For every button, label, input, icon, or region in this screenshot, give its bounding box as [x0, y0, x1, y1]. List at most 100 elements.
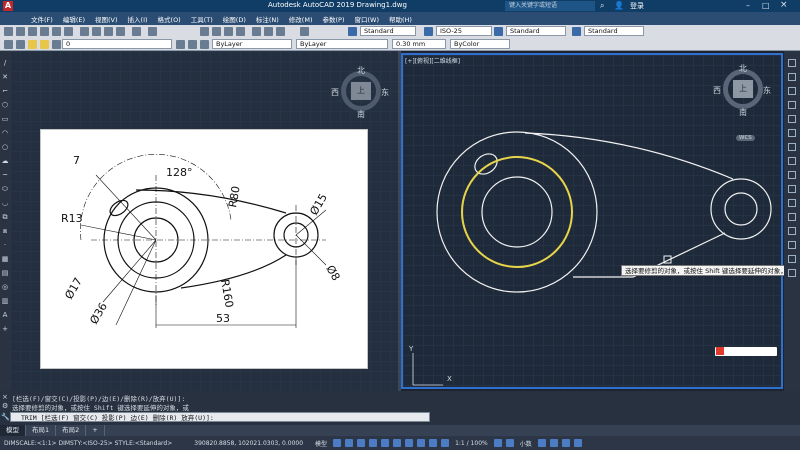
- ellipse-arc-icon[interactable]: ◡: [1, 199, 9, 207]
- pan-icon[interactable]: [200, 27, 209, 36]
- match-properties-icon[interactable]: [116, 27, 125, 36]
- viewcube-face[interactable]: 上: [739, 83, 747, 94]
- hatch-icon[interactable]: ▦: [1, 255, 9, 263]
- ellipse-icon[interactable]: ⬭: [1, 185, 9, 193]
- menu-edit[interactable]: 编辑(E): [58, 14, 90, 24]
- mtext-icon[interactable]: A: [1, 311, 9, 319]
- point-icon[interactable]: ·: [1, 241, 9, 249]
- coordinates-readout[interactable]: 390820.8858, 102021.0303, 0.0000: [190, 440, 307, 447]
- polar-icon[interactable]: [369, 439, 378, 447]
- text-style-select[interactable]: Standard: [360, 26, 416, 36]
- array-icon[interactable]: [788, 115, 796, 123]
- compass-west[interactable]: 西: [713, 85, 721, 96]
- make-block-icon[interactable]: ⧈: [1, 227, 9, 235]
- layer-properties-icon[interactable]: [4, 40, 13, 49]
- user-icon[interactable]: 👤: [614, 1, 624, 10]
- viewcube-face[interactable]: 上: [357, 85, 365, 96]
- ortho-icon[interactable]: [357, 439, 366, 447]
- wcs-menu[interactable]: WCS: [736, 135, 755, 141]
- layer-state-icon[interactable]: [16, 40, 25, 49]
- compass-south[interactable]: 南: [739, 107, 747, 118]
- command-close-icon[interactable]: ×: [2, 393, 8, 401]
- design-center-icon[interactable]: [264, 27, 273, 36]
- menu-draw[interactable]: 绘图(D): [218, 14, 251, 24]
- sun-icon[interactable]: [40, 40, 49, 49]
- menu-insert[interactable]: 插入(I): [123, 14, 153, 24]
- customize-icon[interactable]: [573, 439, 582, 447]
- compass-north[interactable]: 北: [357, 65, 365, 76]
- annotation-icon[interactable]: [441, 439, 450, 447]
- maximize-button[interactable]: □: [762, 1, 770, 10]
- erase-icon[interactable]: [788, 59, 796, 67]
- zoom-realtime-icon[interactable]: [212, 27, 221, 36]
- lineweight-icon[interactable]: [405, 439, 414, 447]
- polyline-icon[interactable]: ⌐: [1, 87, 9, 95]
- osnap-icon[interactable]: [381, 439, 390, 447]
- model-space-toggle[interactable]: 模型: [311, 439, 331, 448]
- copy-icon[interactable]: [92, 27, 101, 36]
- publish-icon[interactable]: [64, 27, 73, 36]
- fillet-icon[interactable]: [788, 255, 796, 263]
- grid-icon[interactable]: [333, 439, 342, 447]
- gradient-icon[interactable]: ▤: [1, 269, 9, 277]
- fullscreen-icon[interactable]: [561, 439, 570, 447]
- plotstyle-select[interactable]: ByColor: [450, 39, 510, 49]
- lock-icon[interactable]: [52, 40, 61, 49]
- open-file-icon[interactable]: [16, 27, 25, 36]
- tool-palettes-icon[interactable]: [276, 27, 285, 36]
- menu-view[interactable]: 视图(V): [90, 14, 123, 24]
- quick-properties-icon[interactable]: [537, 439, 546, 447]
- add-selected-icon[interactable]: +: [1, 325, 9, 333]
- plot-preview-icon[interactable]: [52, 27, 61, 36]
- save-icon[interactable]: [28, 27, 37, 36]
- rotate-icon[interactable]: [788, 143, 796, 151]
- ime-toolbar[interactable]: [715, 347, 777, 356]
- arc-icon[interactable]: ◠: [1, 129, 9, 137]
- calculator-icon[interactable]: [300, 27, 309, 36]
- menu-help[interactable]: 帮助(H): [384, 14, 417, 24]
- menu-window[interactable]: 窗口(W): [349, 14, 384, 24]
- scale-icon[interactable]: [788, 157, 796, 165]
- circle-icon[interactable]: ○: [1, 143, 9, 151]
- trim-icon[interactable]: [788, 185, 796, 193]
- make-current-layer-icon[interactable]: [176, 40, 185, 49]
- ime-logo-icon[interactable]: [716, 347, 724, 355]
- menu-dimension[interactable]: 标注(N): [251, 14, 284, 24]
- layer-select[interactable]: 0: [62, 39, 172, 49]
- command-settings-icon[interactable]: ⚙: [2, 402, 8, 410]
- rectangle-icon[interactable]: ▭: [1, 115, 9, 123]
- login-button[interactable]: 登录: [630, 1, 644, 11]
- polygon-icon[interactable]: ⬡: [1, 101, 9, 109]
- right-viewport[interactable]: [+][俯视][二维线框] Y X 上 北 南 东 西 WCS: [401, 53, 783, 389]
- command-input[interactable]: TRIM [栏选(F) 窗交(C) 投影(P) 边(E) 删除(R) 放弃(U)…: [10, 412, 430, 422]
- mleader-style-select[interactable]: Standard: [584, 26, 644, 36]
- tab-add[interactable]: +: [86, 425, 105, 436]
- minimize-button[interactable]: –: [746, 1, 750, 10]
- color-select[interactable]: ByLayer: [212, 39, 292, 49]
- revision-cloud-icon[interactable]: ☁: [1, 157, 9, 165]
- compass-west[interactable]: 西: [331, 87, 339, 98]
- reference-image[interactable]: 7 128° R13 R80 Ø15 R160 Ø8 Ø17 Ø36 53: [40, 129, 368, 369]
- tab-model[interactable]: 模型: [0, 425, 26, 436]
- break-icon[interactable]: [788, 213, 796, 221]
- table-icon[interactable]: ▥: [1, 297, 9, 305]
- otrack-icon[interactable]: [393, 439, 402, 447]
- zoom-previous-icon[interactable]: [236, 27, 245, 36]
- layer-match-icon[interactable]: [200, 40, 209, 49]
- new-file-icon[interactable]: [4, 27, 13, 36]
- copy-object-icon[interactable]: [788, 73, 796, 81]
- join-icon[interactable]: [788, 227, 796, 235]
- compass-east[interactable]: 东: [381, 87, 389, 98]
- viewcube[interactable]: 上 北 南 东 西: [331, 65, 389, 119]
- chamfer-icon[interactable]: [788, 241, 796, 249]
- redo-icon[interactable]: [148, 27, 157, 36]
- spline-icon[interactable]: ~: [1, 171, 9, 179]
- close-button[interactable]: ×: [780, 0, 788, 10]
- menu-tools[interactable]: 工具(T): [186, 14, 218, 24]
- menu-modify[interactable]: 修改(M): [284, 14, 318, 24]
- wrench-icon[interactable]: 🔧: [1, 413, 10, 421]
- mirror-icon[interactable]: [788, 87, 796, 95]
- line-icon[interactable]: /: [1, 59, 9, 67]
- menu-file[interactable]: 文件(F): [26, 14, 58, 24]
- tab-layout1[interactable]: 布局1: [26, 425, 57, 436]
